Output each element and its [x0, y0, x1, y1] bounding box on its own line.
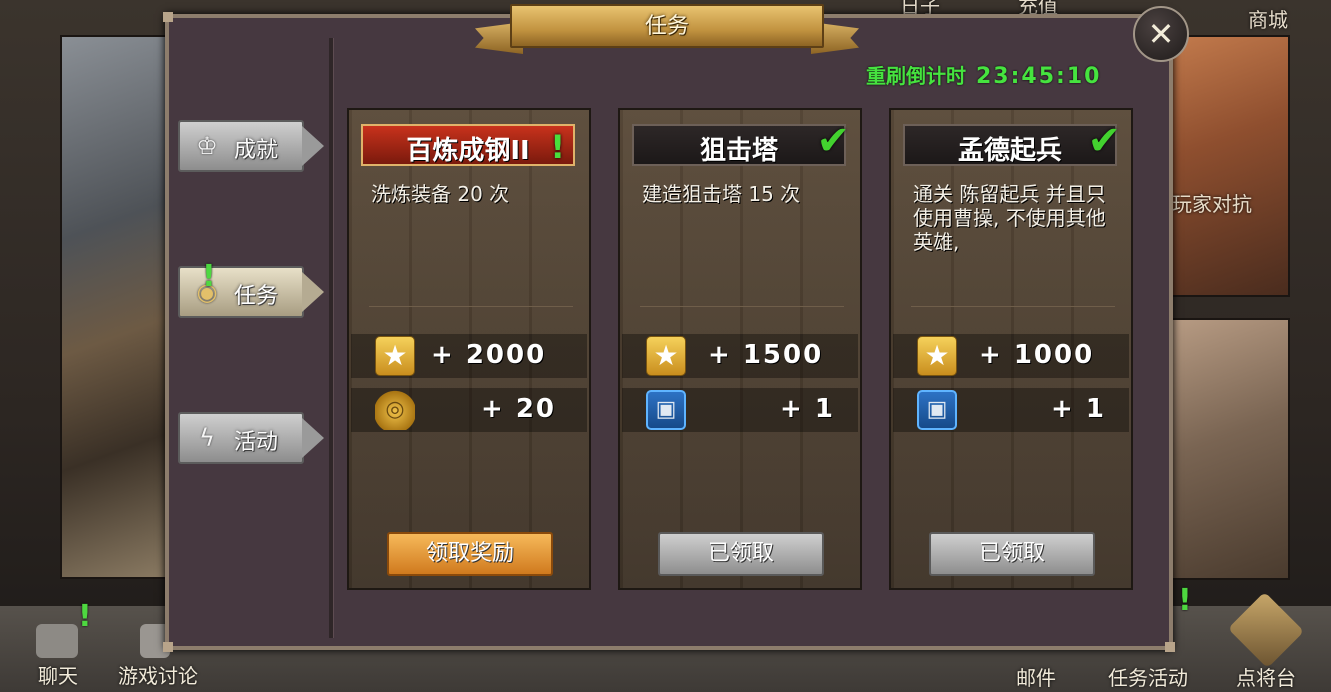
dialog-corner: [163, 642, 173, 652]
quest-title: 狙击塔: [699, 136, 778, 166]
quest-activity-button-label[interactable]: 任务活动: [1108, 662, 1188, 691]
reward-row: ▣ + 1: [622, 388, 858, 432]
chat-alert-icon: !: [78, 599, 92, 634]
tab-arrow: [302, 418, 324, 458]
reward-row: ◎ + 20: [351, 388, 587, 432]
forum-button-label[interactable]: 游戏讨论: [118, 660, 198, 689]
quest-description: 通关 陈留起兵 并且只使用曹操, 不使用其他英雄,: [913, 182, 1106, 254]
reward-row: ▣ + 1: [893, 388, 1129, 432]
claimed-button[interactable]: 已领取: [929, 532, 1095, 576]
chat-button-label[interactable]: 聊天: [38, 660, 78, 689]
star-icon: ★: [646, 336, 686, 376]
quest-card: 百炼成钢II ! 洗炼装备 20 次 ★ + 2000 ◎ + 20 领取奖励: [347, 108, 591, 590]
quest-title: 百炼成钢II: [406, 136, 530, 166]
top-nav-shop[interactable]: 商城: [1248, 4, 1288, 33]
pvp-panel-label: 玩家对抗: [1172, 192, 1252, 216]
card-separator: [911, 306, 1115, 307]
refresh-label: 重刷倒计时: [866, 64, 966, 88]
claimed-button[interactable]: 已领取: [658, 532, 824, 576]
reward-value: + 2000: [431, 340, 547, 370]
pvp-panel-artwork[interactable]: [1168, 35, 1290, 297]
tab-alert-icon: !: [202, 259, 216, 294]
checkmark-icon: ✔: [1087, 118, 1121, 164]
reward-value: + 1: [1051, 394, 1106, 424]
dialog-title-banner: 任务: [475, 4, 859, 56]
crown-icon: ♔: [196, 132, 218, 160]
mail-button-label[interactable]: 邮件: [1016, 662, 1056, 691]
card-icon: ▣: [646, 390, 686, 430]
quest-title-plate: 百炼成钢II !: [361, 124, 575, 166]
chat-icon[interactable]: [36, 624, 78, 658]
star-icon: ★: [375, 336, 415, 376]
sidebar-divider: [329, 38, 334, 638]
reward-row: ★ + 2000: [351, 334, 587, 378]
quest-description: 建造狙击塔 15 次: [642, 182, 801, 206]
lightning-icon: ϟ: [199, 424, 215, 452]
card-separator: [369, 306, 573, 307]
quest-alert-icon: !: [1178, 583, 1192, 618]
gold-coins-icon: ◎: [375, 390, 415, 430]
tab-arrow: [302, 126, 324, 166]
quest-card: 孟德起兵 ✔ 通关 陈留起兵 并且只使用曹操, 不使用其他英雄, ★ + 100…: [889, 108, 1133, 590]
reward-value: + 20: [481, 394, 557, 424]
quest-card: 狙击塔 ✔ 建造狙击塔 15 次 ★ + 1500 ▣ + 1 已领取: [618, 108, 862, 590]
card-separator: [640, 306, 844, 307]
dialog-corner: [163, 12, 173, 22]
reward-value: + 1: [780, 394, 835, 424]
reward-row: ★ + 1000: [893, 334, 1129, 378]
checkmark-icon: ✔: [816, 118, 850, 164]
close-icon: ✕: [1147, 15, 1175, 53]
reward-value: + 1000: [979, 340, 1095, 370]
hero-altar-button-label[interactable]: 点将台: [1236, 662, 1296, 691]
tab-quests[interactable]: ◉ ! 任务: [178, 262, 326, 318]
battle-panel-artwork[interactable]: [1168, 318, 1290, 580]
claim-reward-button[interactable]: 领取奖励: [387, 532, 553, 576]
quest-title-plate: 狙击塔 ✔: [632, 118, 850, 166]
quest-description: 洗炼装备 20 次: [371, 182, 510, 206]
dialog-corner: [1165, 642, 1175, 652]
tab-events[interactable]: ϟ 活动: [178, 412, 326, 464]
tab-label: 活动: [234, 430, 279, 455]
card-icon: ▣: [917, 390, 957, 430]
close-button[interactable]: ✕: [1133, 6, 1189, 62]
reward-row: ★ + 1500: [622, 334, 858, 378]
quest-title-plate: 孟德起兵 ✔: [903, 118, 1121, 166]
tab-arrow: [302, 272, 324, 312]
quest-title: 孟德起兵: [957, 136, 1062, 166]
tab-label: 任务: [234, 284, 279, 309]
refresh-time: 23:45:10: [976, 64, 1102, 89]
tab-achievements[interactable]: ♔ 成就: [178, 120, 326, 172]
star-icon: ★: [917, 336, 957, 376]
reward-value: + 1500: [708, 340, 824, 370]
hero-artwork: [60, 35, 174, 579]
dialog-title: 任务: [644, 14, 689, 39]
tab-label: 成就: [234, 138, 279, 163]
refresh-countdown: 重刷倒计时 23:45:10: [866, 60, 1101, 89]
exclamation-icon: !: [550, 128, 565, 166]
